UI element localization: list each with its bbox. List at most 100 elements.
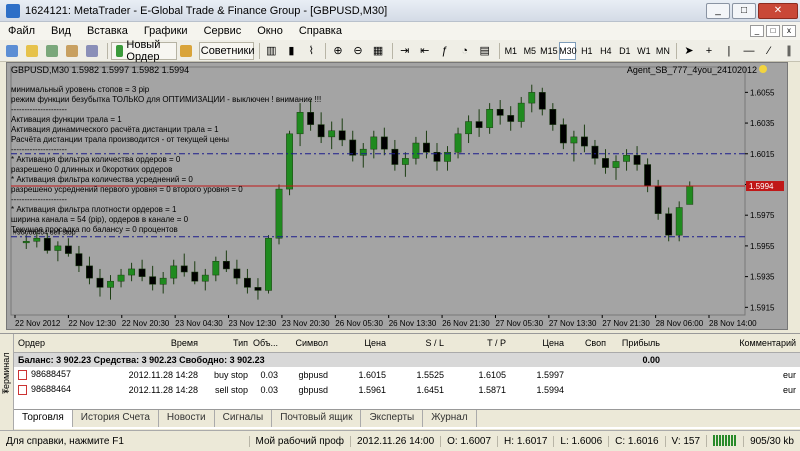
timeframe-m15[interactable]: M15 <box>540 42 558 60</box>
terminal-side-title: Терминал <box>1 352 11 394</box>
price-axis-label: 1.5915 <box>750 303 775 312</box>
auto-scroll-icon[interactable]: ⇥ <box>396 42 414 60</box>
mdi-close-button[interactable]: x <box>782 25 796 37</box>
bull-candle <box>128 268 135 276</box>
menu-tools[interactable]: Сервис <box>196 25 250 37</box>
menu-help[interactable]: Справка <box>291 25 350 37</box>
tab-trade[interactable]: Торговля <box>14 410 73 427</box>
minimize-button[interactable]: _ <box>706 2 730 19</box>
navigator-icon[interactable] <box>64 42 82 60</box>
connection-bars-icon <box>706 435 743 447</box>
equidistant-channel-icon[interactable]: ∥ <box>780 42 798 60</box>
terminal-side-caption: × Терминал <box>0 334 14 430</box>
price-axis-label: 1.6035 <box>750 119 775 128</box>
order-row[interactable]: 98688457 2012.11.28 14:28 buy stop 0.03 … <box>14 367 800 382</box>
timeframe-d1[interactable]: D1 <box>616 42 633 60</box>
time-axis-label: 22 Nov 2012 <box>15 319 61 328</box>
indicators-icon[interactable]: ƒ <box>436 42 454 60</box>
bear-candle <box>64 245 72 254</box>
status-high: H: 1.6017 <box>497 435 553 447</box>
templates-icon[interactable]: ▤ <box>476 42 494 60</box>
mdi-minimize-button[interactable]: _ <box>750 25 764 37</box>
col-type[interactable]: Тип <box>202 334 252 353</box>
candlestick-chart-icon[interactable]: ▮ <box>282 42 300 60</box>
order-row[interactable]: 98688464 2012.11.28 14:28 sell stop 0.03… <box>14 382 800 397</box>
expert-advisor-label: Agent_SB_777_4you_24102012 <box>626 65 757 75</box>
chart-shift-icon[interactable]: ⇤ <box>416 42 434 60</box>
bear-candle <box>591 145 599 159</box>
toolbar: Новый Ордер Советники ▥ ▮ ⌇ ⊕ ⊖ ▦ ⇥ ⇤ ƒ … <box>0 39 800 63</box>
col-price[interactable]: Цена <box>332 334 390 353</box>
menu-file[interactable]: Файл <box>0 25 43 37</box>
balance-row[interactable]: Баланс: 3 902.23 Средства: 3 902.23 Своб… <box>14 352 800 367</box>
expert-advisors-button[interactable]: Советники <box>198 41 255 60</box>
timeframe-m5[interactable]: M5 <box>521 42 538 60</box>
mdi-restore-button[interactable]: □ <box>766 25 780 37</box>
col-order[interactable]: Ордер <box>14 334 124 353</box>
menu-charts[interactable]: Графики <box>136 25 196 37</box>
col-time[interactable]: Время <box>124 334 202 353</box>
bear-candle <box>43 237 51 251</box>
periods-icon[interactable]: ◔ <box>456 42 474 60</box>
tab-signals[interactable]: Сигналы <box>215 410 273 427</box>
tab-experts[interactable]: Эксперты <box>361 410 424 427</box>
status-datetime: 2012.11.26 14:00 <box>350 435 440 447</box>
new-order-button[interactable]: Новый Ордер <box>110 39 177 63</box>
zoom-out-icon[interactable]: ⊖ <box>349 42 367 60</box>
maximize-button[interactable]: □ <box>732 2 756 19</box>
status-volume: V: 157 <box>664 435 707 447</box>
zoom-in-icon[interactable]: ⊕ <box>329 42 347 60</box>
metaeditor-icon[interactable] <box>179 42 197 60</box>
bar-chart-icon[interactable]: ▥ <box>262 42 280 60</box>
trendline-icon[interactable]: ⁄ <box>760 42 778 60</box>
bull-candle <box>328 130 336 138</box>
timeframe-w1[interactable]: W1 <box>635 42 652 60</box>
title-bar: 1624121: MetaTrader - E-Global Trade & F… <box>0 0 800 22</box>
col-profit[interactable]: Прибыль <box>610 334 664 353</box>
tab-journal[interactable]: Журнал <box>423 410 477 427</box>
menu-window[interactable]: Окно <box>249 25 291 37</box>
new-chart-icon[interactable] <box>4 42 22 60</box>
crosshair-icon[interactable]: + <box>700 42 718 60</box>
col-tp[interactable]: T / P <box>448 334 510 353</box>
menu-insert[interactable]: Вставка <box>79 25 136 37</box>
bull-candle <box>486 108 494 128</box>
tile-windows-icon[interactable]: ▦ <box>369 42 387 60</box>
timeframe-m30[interactable]: M30 <box>559 41 577 60</box>
close-button[interactable]: ✕ <box>758 2 798 19</box>
col-comment[interactable]: Комментарий <box>664 334 800 353</box>
col-sl[interactable]: S / L <box>390 334 448 353</box>
timeframe-m1[interactable]: M1 <box>502 42 519 60</box>
bull-candle <box>401 158 409 165</box>
bull-candle <box>412 142 420 159</box>
col-current-price[interactable]: Цена <box>510 334 568 353</box>
status-profile[interactable]: Мой рабочий проф <box>248 435 351 447</box>
vertical-line-icon[interactable]: | <box>720 42 738 60</box>
col-swap[interactable]: Своп <box>568 334 610 353</box>
timeframe-h4[interactable]: H4 <box>597 42 614 60</box>
terminal-icon[interactable] <box>84 42 102 60</box>
profiles-icon[interactable] <box>24 42 42 60</box>
horizontal-line-icon[interactable]: — <box>740 42 758 60</box>
bull-candle <box>22 241 30 244</box>
timeframe-h1[interactable]: H1 <box>578 42 595 60</box>
line-chart-icon[interactable]: ⌇ <box>302 42 320 60</box>
bear-candle <box>75 253 83 267</box>
tab-mailbox[interactable]: Почтовый ящик <box>272 410 362 427</box>
bear-candle <box>349 139 357 156</box>
market-watch-icon[interactable] <box>44 42 62 60</box>
ea-info-line: Расчёта дистанции трала производится - о… <box>11 135 229 144</box>
tab-account-history[interactable]: История Счета <box>73 410 159 427</box>
timeframe-mn[interactable]: MN <box>654 42 671 60</box>
menu-view[interactable]: Вид <box>43 25 79 37</box>
cursor-icon[interactable]: ➤ <box>680 42 698 60</box>
col-volume[interactable]: Объ... <box>252 334 282 353</box>
col-symbol[interactable]: Символ <box>282 334 332 353</box>
orders-table: Ордер Время Тип Объ... Символ Цена S / L… <box>14 334 800 397</box>
bull-candle <box>170 265 178 279</box>
bull-candle <box>517 102 525 122</box>
toolbar-separator <box>676 42 677 59</box>
bull-candle <box>623 155 630 162</box>
tab-news[interactable]: Новости <box>159 410 215 427</box>
chart-window[interactable]: 1.60551.60351.60151.59951.59751.59551.59… <box>6 62 788 330</box>
